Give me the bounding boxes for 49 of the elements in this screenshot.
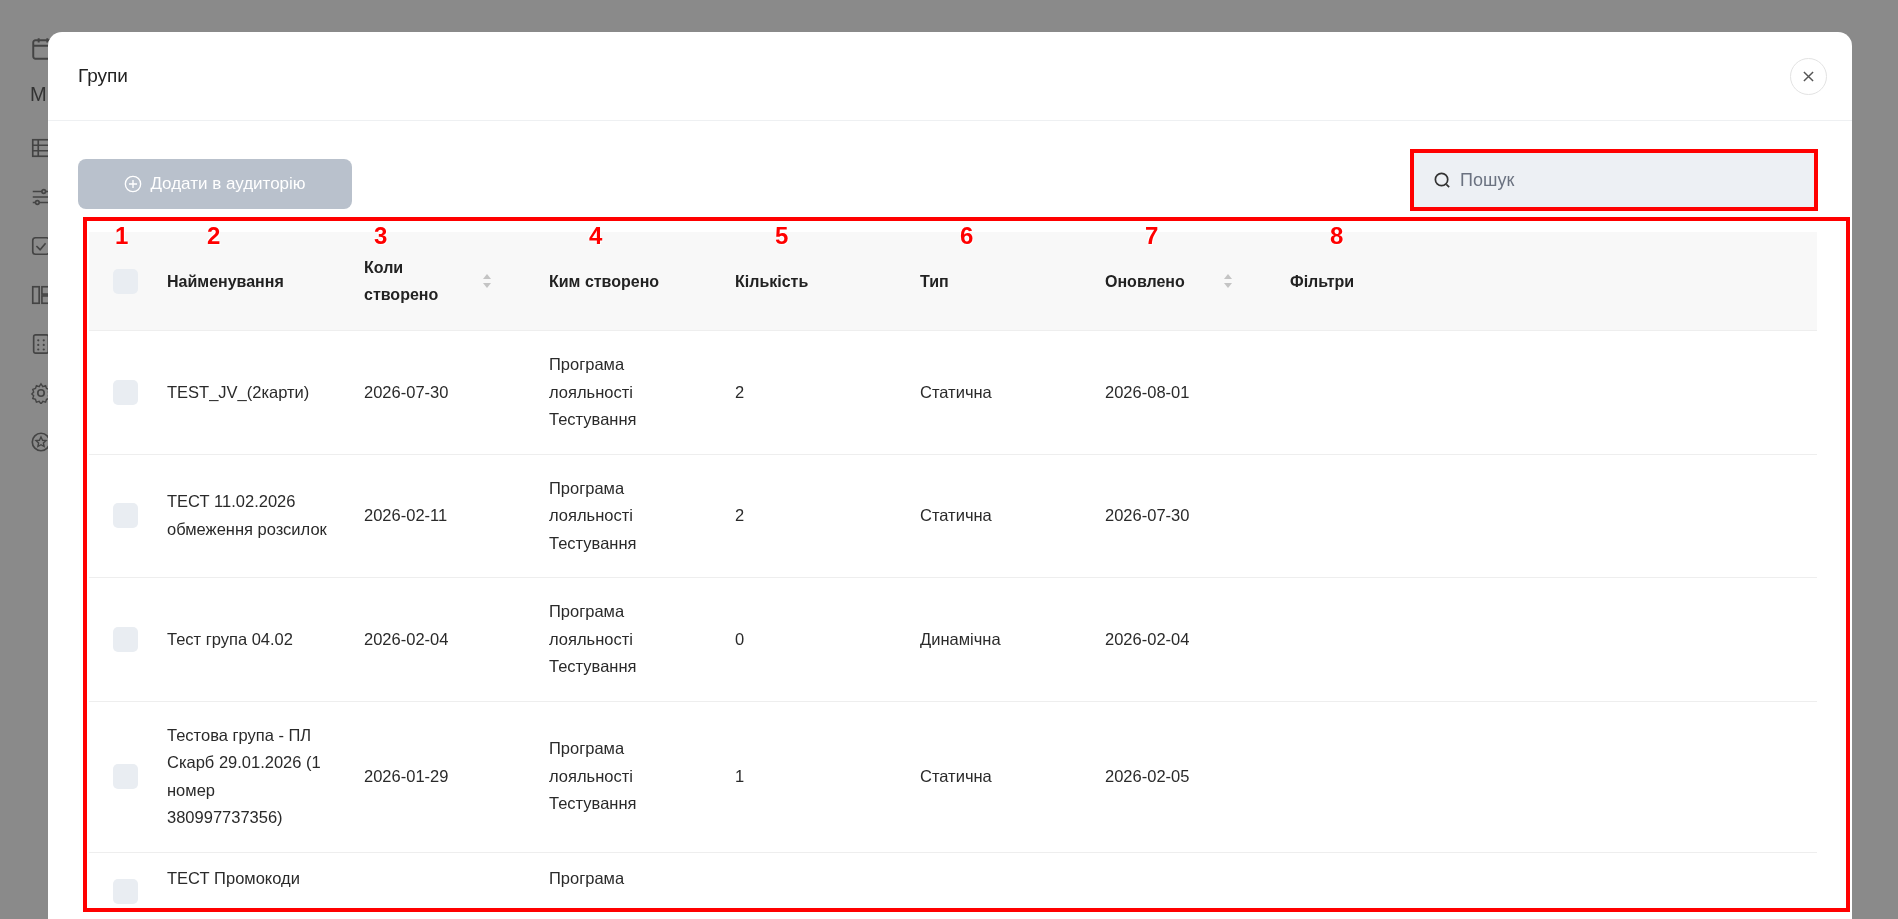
column-number-label: 4 [589, 222, 603, 250]
table-cell: 2026-07-30 [1105, 506, 1190, 524]
column-header[interactable]: Оновлено [1105, 267, 1215, 295]
table-cell-text: Програма лояльності Тестування [549, 477, 638, 554]
column-number-label: 2 [207, 222, 221, 250]
column-header: Найменування [167, 271, 284, 292]
table-cell-text: ТЕСТ 11.02.2026 обмеження розсилок [167, 491, 328, 540]
search-icon [1433, 171, 1452, 190]
table-cell-text: Тестова група - ПЛ Скарб 29.01.2026 (1 номер 380997737356) [167, 724, 322, 828]
column-number-label: 3 [374, 222, 388, 250]
table-cell-text: ТЕСТ Промокоди [167, 867, 301, 889]
table-cell-text: Програма лояльності Тестування [549, 601, 638, 677]
table-cell-text: Програма [549, 867, 626, 889]
table-cell: 2 [735, 506, 745, 524]
sidebar-letter: М [30, 83, 47, 106]
column-number-label: 1 [115, 222, 129, 250]
table-cell: Статична [920, 382, 992, 401]
close-button[interactable] [1790, 57, 1827, 95]
close-icon [1803, 70, 1814, 82]
table-cell: Статична [920, 506, 992, 524]
sort-icon[interactable] [1223, 273, 1233, 289]
table-cell-text: Тест група 04.02 [167, 628, 294, 650]
table-cell-text: TEST_JV_(2карти) [167, 381, 311, 403]
column-number-label: 7 [1145, 222, 1159, 250]
sort-icon[interactable] [482, 273, 492, 289]
table-cell: 2026-02-04 [1105, 629, 1190, 648]
table-cell: 2026-02-04 [364, 629, 449, 648]
table-cell: 1 [735, 766, 745, 785]
plus-circle-icon [124, 175, 143, 193]
column-header: Кількість [735, 271, 809, 292]
column-number-label: 5 [775, 222, 789, 250]
column-number-label: 8 [1330, 222, 1344, 250]
table-cell-text: Програма лояльності Тестування [549, 738, 638, 815]
table-cell: 2026-02-11 [364, 506, 448, 524]
column-header: Тип [920, 271, 949, 292]
dialog-title: Групи [78, 65, 128, 87]
table-cell: 2026-07-30 [364, 382, 449, 401]
table-cell: 0 [735, 629, 745, 648]
column-header: Ким створено [549, 271, 660, 292]
table-cell: 2026-02-05 [1105, 766, 1190, 785]
table-cell: 2026-08-01 [1105, 382, 1190, 401]
column-number-label: 6 [960, 222, 974, 250]
column-header: Фільтри [1290, 271, 1355, 292]
table-cell-text: Програма лояльності Тестування [549, 354, 638, 430]
table-cell: 2 [735, 382, 745, 401]
table-cell: Статична [920, 766, 992, 785]
table-cell: 2026-01-29 [364, 766, 449, 785]
column-header[interactable]: Коли створено [364, 254, 474, 308]
table-cell: Динамічна [920, 629, 1001, 648]
